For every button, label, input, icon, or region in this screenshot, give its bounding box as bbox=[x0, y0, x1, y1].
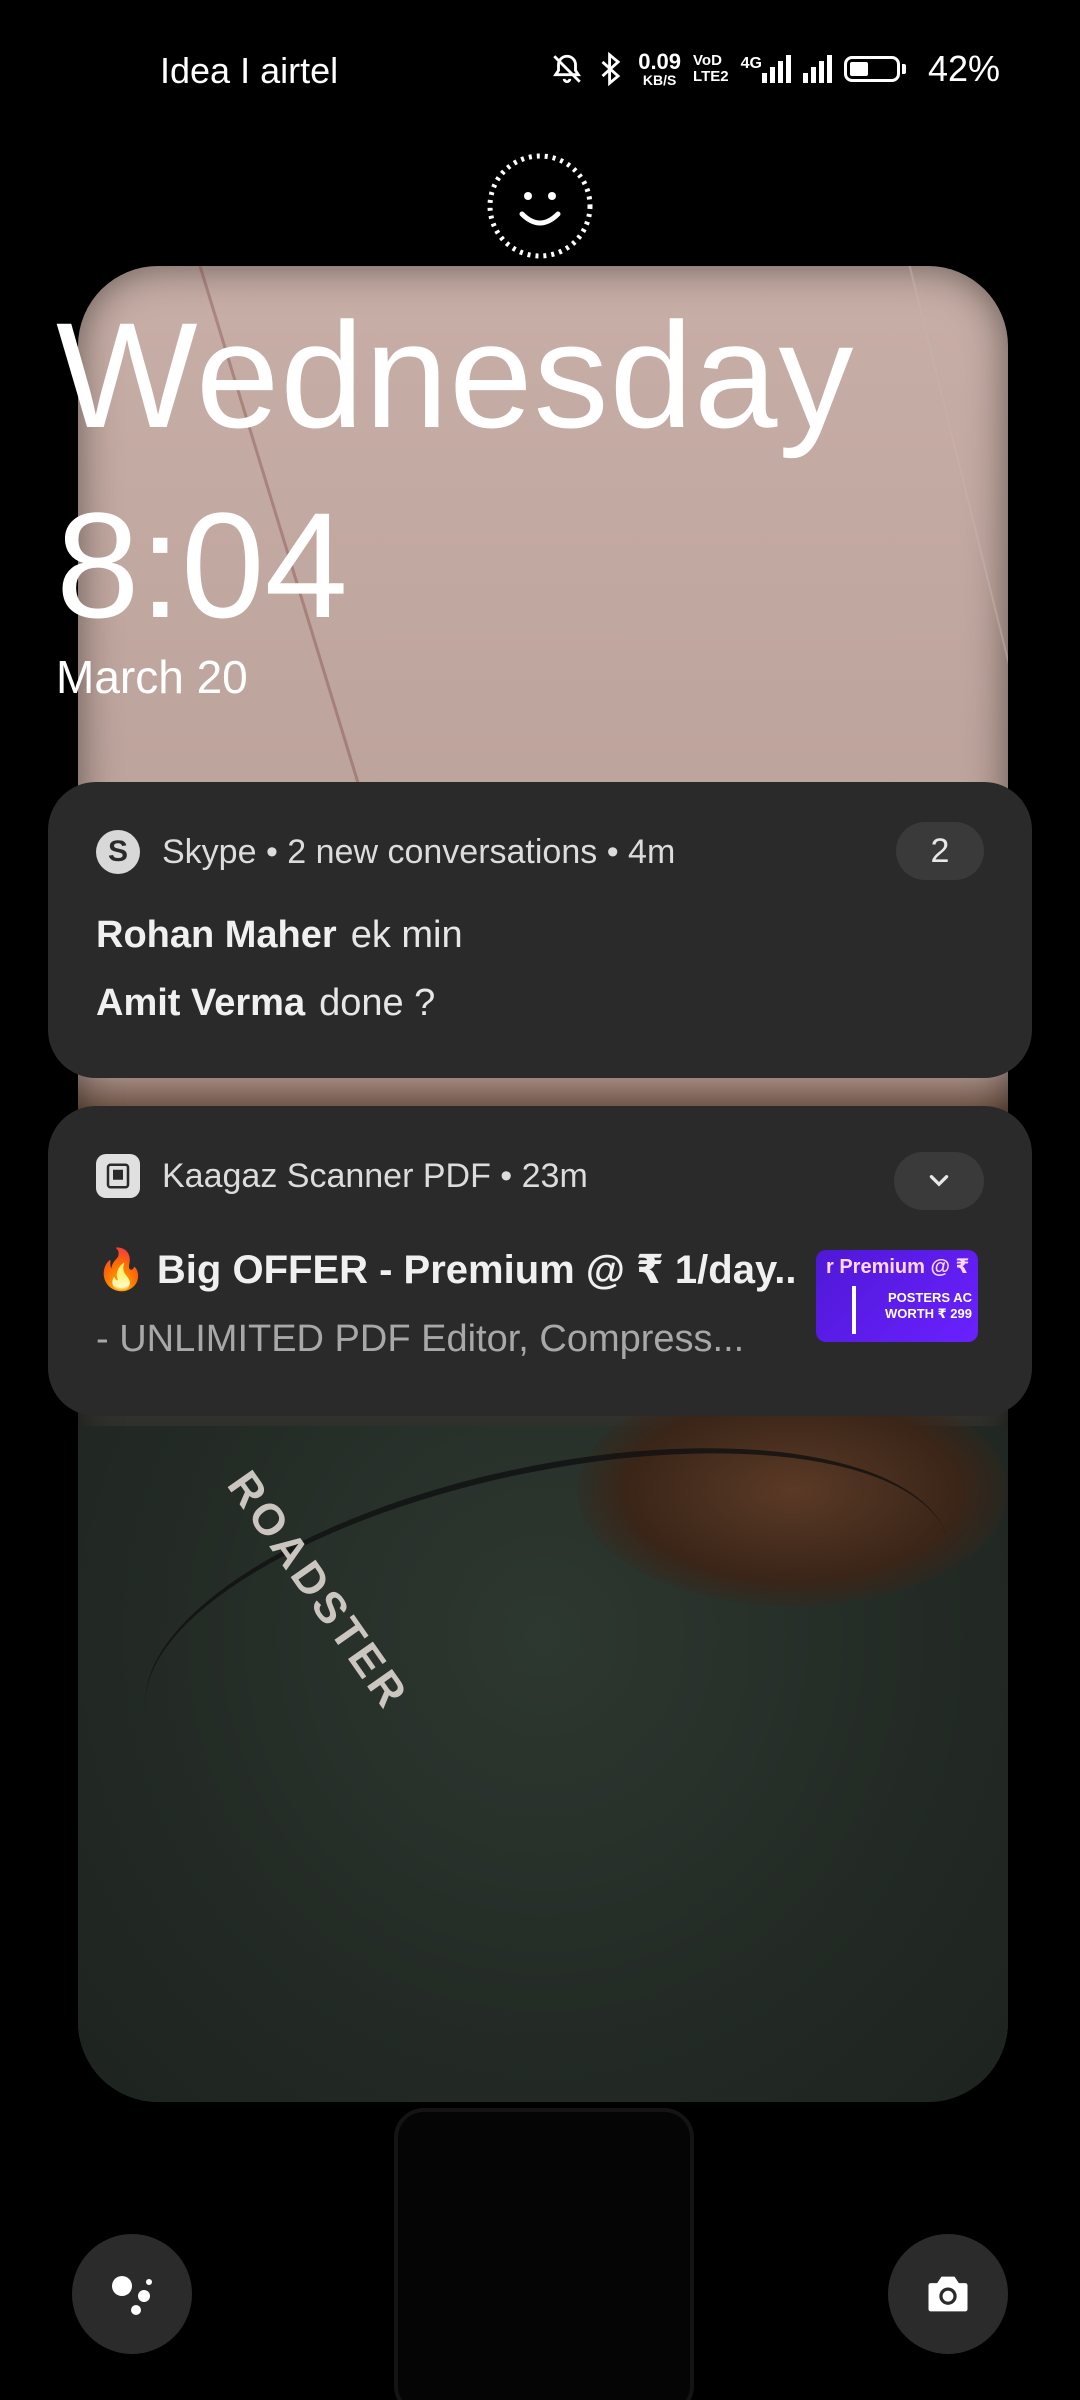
message-row: Rohan Maher ek min bbox=[96, 914, 463, 957]
status-bar: Idea I airtel 0.09 KB/S VoD LTE2 4G 42% bbox=[0, 0, 1080, 150]
expand-button[interactable] bbox=[894, 1152, 984, 1210]
conversation-count-badge[interactable]: 2 bbox=[896, 822, 984, 880]
assistant-button[interactable] bbox=[72, 2234, 192, 2354]
message-sender: Amit Verma bbox=[96, 982, 306, 1024]
status-icons: 0.09 KB/S VoD LTE2 4G 42% bbox=[550, 48, 1000, 90]
net-speed: 0.09 KB/S bbox=[638, 49, 682, 88]
skype-icon: S bbox=[96, 830, 140, 874]
volte-indicator: VoD LTE2 bbox=[693, 52, 729, 85]
signal-icon bbox=[802, 55, 832, 83]
scanner-app-icon bbox=[96, 1154, 140, 1198]
message-text: ek min bbox=[350, 914, 463, 956]
message-text: done ? bbox=[319, 982, 436, 1024]
promo-thumbnail: r Premium @ ₹ POSTERS AC WORTH ₹ 299 bbox=[816, 1250, 978, 1342]
day-of-week: Wednesday bbox=[56, 291, 855, 459]
camera-button[interactable] bbox=[888, 2234, 1008, 2354]
notification-body: - UNLIMITED PDF Editor, Compress... bbox=[96, 1318, 745, 1360]
bluetooth-icon bbox=[596, 52, 626, 86]
google-assistant-icon bbox=[112, 2276, 152, 2315]
notification-summary: Skype • 2 new conversations • 4m bbox=[162, 832, 676, 871]
signal-4g-icon: 4G bbox=[741, 55, 791, 83]
notification-header: Kaagaz Scanner PDF • 23m bbox=[96, 1154, 588, 1198]
message-sender: Rohan Maher bbox=[96, 914, 337, 956]
camera-icon bbox=[928, 2276, 968, 2312]
notification-skype[interactable]: S Skype • 2 new conversations • 4m 2 Roh… bbox=[48, 782, 1032, 1078]
bell-muted-icon bbox=[550, 52, 584, 86]
date-text: March 20 bbox=[56, 651, 248, 703]
notification-summary: Kaagaz Scanner PDF • 23m bbox=[162, 1156, 588, 1195]
face-unlock-icon[interactable] bbox=[484, 150, 596, 262]
chevron-down-icon bbox=[929, 1175, 949, 1187]
notification-header: S Skype • 2 new conversations • 4m bbox=[96, 830, 675, 874]
notification-title: 🔥 Big OFFER - Premium @ ₹ 1/day.. bbox=[96, 1248, 797, 1292]
battery-percent: 42% bbox=[927, 48, 1000, 89]
lock-screen: ROADSTER Idea I airtel 0.09 KB/S VoD LTE… bbox=[0, 0, 1080, 2400]
notification-kaagaz[interactable]: Kaagaz Scanner PDF • 23m 🔥 Big OFFER - P… bbox=[48, 1106, 1032, 1416]
message-row: Amit Verma done ? bbox=[96, 982, 435, 1025]
fingerprint-area bbox=[394, 2108, 694, 2400]
carrier-name: Idea I airtel bbox=[160, 50, 339, 91]
battery-icon bbox=[843, 56, 906, 82]
clock-time: 8:04 bbox=[56, 481, 348, 649]
